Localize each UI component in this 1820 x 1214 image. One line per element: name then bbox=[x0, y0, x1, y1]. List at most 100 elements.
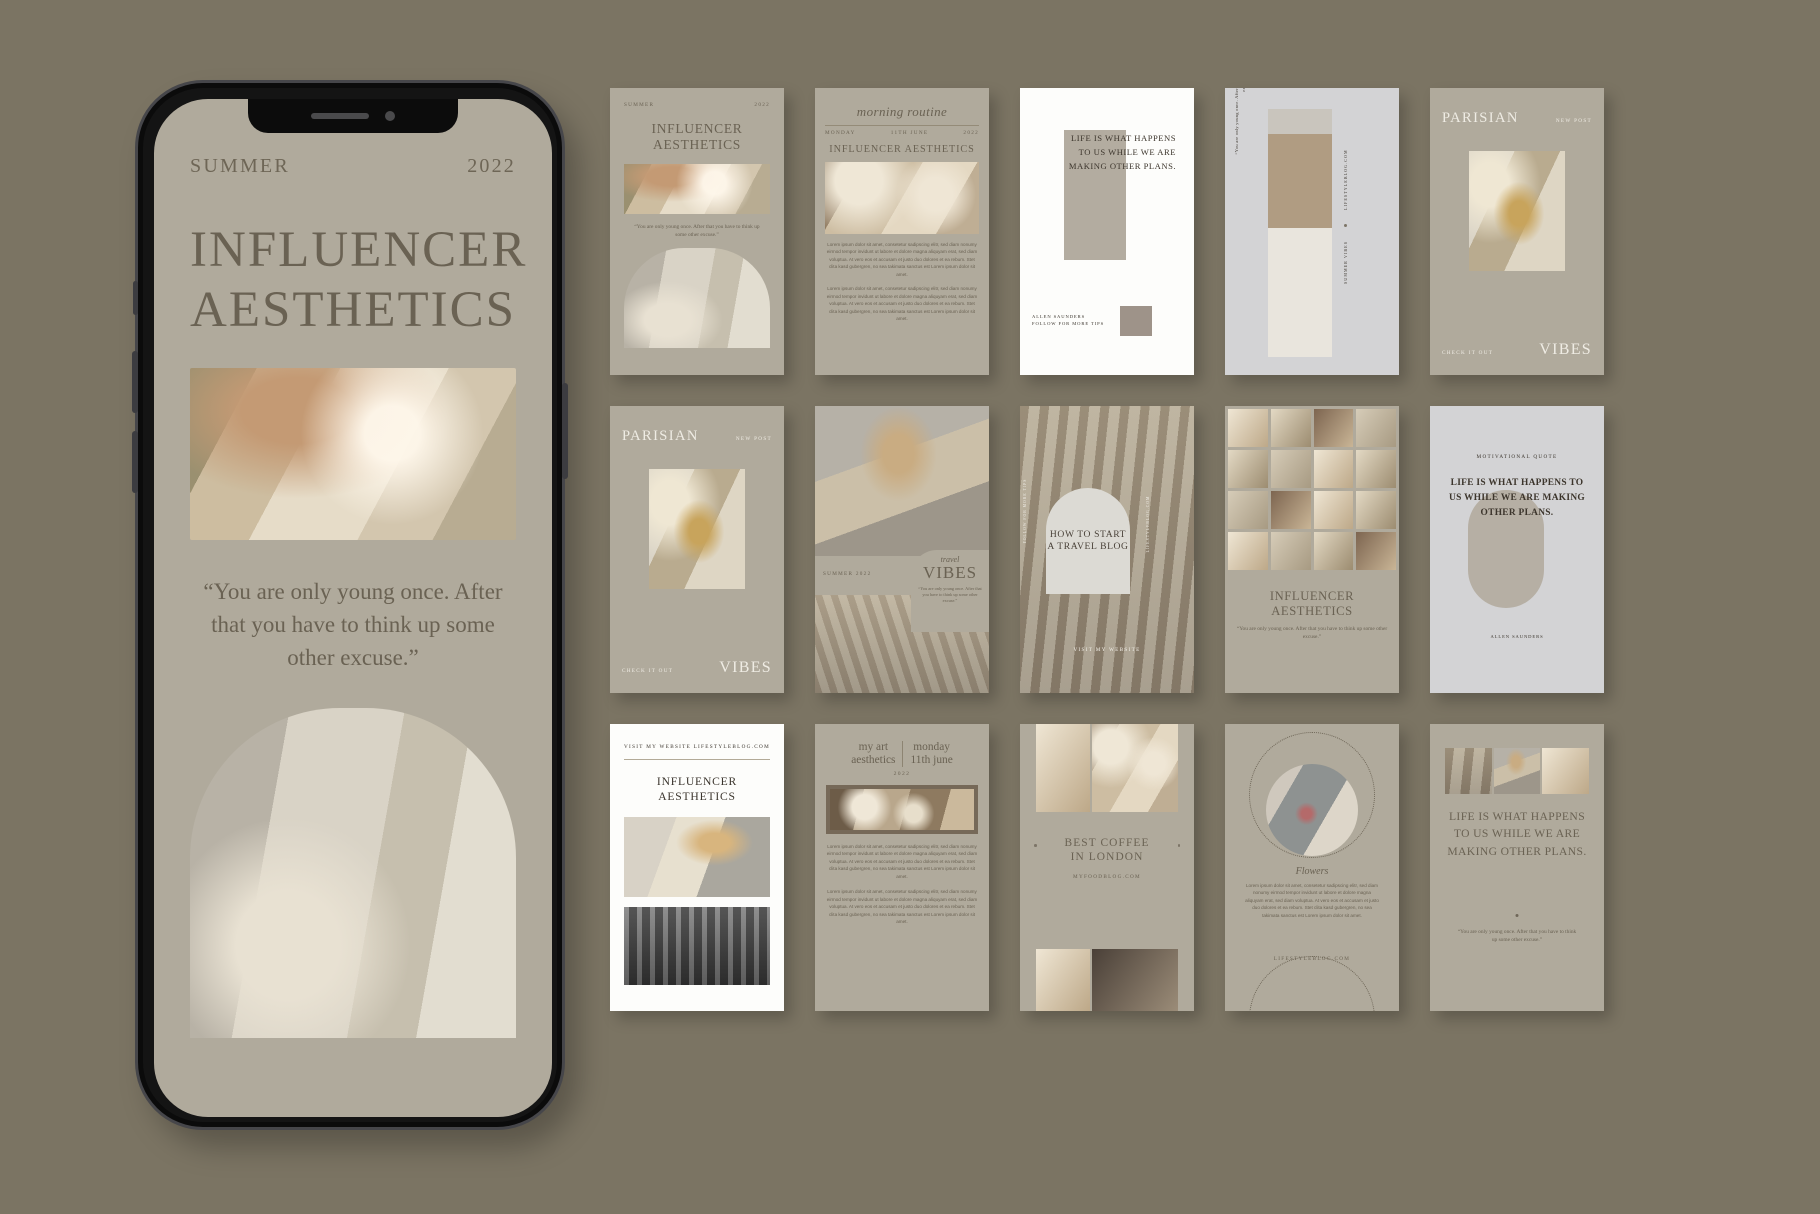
card10-eyebrow: MOTIVATIONAL QUOTE bbox=[1476, 454, 1558, 460]
phone-volume-up-button[interactable] bbox=[132, 351, 138, 413]
card6-vibes: VIBES bbox=[719, 659, 772, 676]
story-header: SUMMER 2022 bbox=[190, 155, 516, 178]
card6-photo-perfume bbox=[649, 469, 745, 589]
story-card-website-promo[interactable]: VISIT MY WEBSITE LIFESTYLEBLOG.COM INFLU… bbox=[610, 724, 784, 1011]
story-card-flowers[interactable]: Flowers Lorem ipsum dolor sit amet, cons… bbox=[1225, 724, 1399, 1011]
collage-tile bbox=[1356, 491, 1396, 529]
collage-tile bbox=[1270, 409, 1311, 447]
collage-tile bbox=[1313, 409, 1354, 447]
card15-photo-strip bbox=[1445, 748, 1590, 794]
story-card-parisian-vibes-a[interactable]: PARISIAN NEW POST CHECK IT OUT VIBES bbox=[1430, 88, 1604, 375]
card7-panel: travel VIBES “You are only young once. A… bbox=[911, 550, 989, 632]
season-label: SUMMER bbox=[190, 155, 290, 177]
card14-url[interactable]: LIFESTYLEBLOG.COM bbox=[1225, 956, 1399, 962]
card3-credit: ALLEN SAUNDERS FOLLOW FOR MORE TIPS bbox=[1032, 314, 1104, 328]
card15-photo-1 bbox=[1445, 748, 1492, 794]
card15-quote: LIFE IS WHAT HAPPENS TO US WHILE WE ARE … bbox=[1447, 810, 1587, 858]
card13-title-line2: IN LONDON bbox=[1070, 851, 1144, 864]
card2-copy: Lorem ipsum dolor sit amet, consetetur s… bbox=[825, 241, 979, 322]
card4-vertical-quote: “You are only young once. After that you… bbox=[1233, 88, 1247, 158]
phone-volume-down-button[interactable] bbox=[132, 431, 138, 493]
story-card-morning-routine[interactable]: morning routine MONDAY 11TH JUNE 2022 IN… bbox=[815, 88, 989, 375]
mockup-canvas: SUMMER 2022 INFLUENCER AESTHETICS “You a… bbox=[0, 0, 1820, 1214]
card7-summer-label: SUMMER 2022 bbox=[823, 571, 872, 577]
card1-title: INFLUENCER AESTHETICS bbox=[624, 121, 770, 154]
card11-title-line1: INFLUENCER bbox=[656, 775, 738, 788]
card7-photo-street bbox=[815, 406, 989, 566]
page-title-line2: AESTHETICS bbox=[190, 282, 516, 339]
story-card-life-quote-beige[interactable]: LIFE IS WHAT HAPPENS TO US WHILE WE ARE … bbox=[1430, 724, 1604, 1011]
card6-new-post: NEW POST bbox=[735, 436, 772, 442]
card14-dotted-ring-bottom bbox=[1249, 956, 1375, 1011]
story-card-travel-vibes[interactable]: SUMMER 2022 travel VIBES “You are only y… bbox=[815, 406, 989, 693]
story-card-life-quote-white[interactable]: LIFE IS WHAT HAPPENS TO US WHILE WE ARE … bbox=[1020, 88, 1194, 375]
card2-body: morning routine MONDAY 11TH JUNE 2022 IN… bbox=[815, 88, 989, 322]
phone-screen[interactable]: SUMMER 2022 INFLUENCER AESTHETICS “You a… bbox=[154, 99, 552, 1117]
collage-tile bbox=[1313, 450, 1354, 488]
card1-season: SUMMER bbox=[624, 102, 655, 108]
card11-title: INFLUENCER AESTHETICS bbox=[624, 775, 770, 804]
card1-header: SUMMER 2022 bbox=[624, 102, 770, 108]
phone-power-button[interactable] bbox=[562, 383, 568, 479]
card11-visit-website[interactable]: VISIT MY WEBSITE bbox=[624, 744, 691, 750]
phone-mute-switch[interactable] bbox=[133, 281, 138, 315]
card13-url[interactable]: MYFOODBLOG.COM bbox=[1020, 874, 1194, 880]
card12-body: my art aesthetics monday 11th june 2022 … bbox=[815, 724, 989, 925]
story-card-best-coffee[interactable]: BEST COFFEE IN LONDON MYFOODBLOG.COM bbox=[1020, 724, 1194, 1011]
story-card-parisian-vibes-b[interactable]: PARISIAN NEW POST CHECK IT OUT VIBES bbox=[610, 406, 784, 693]
card5-check-it-out: CHECK IT OUT bbox=[1442, 350, 1494, 356]
year-label: 2022 bbox=[467, 155, 516, 177]
speaker-grille-icon bbox=[311, 113, 369, 119]
card9-title: INFLUENCER AESTHETICS bbox=[1236, 589, 1388, 620]
card11-body: VISIT MY WEBSITE LIFESTYLEBLOG.COM INFLU… bbox=[610, 724, 784, 986]
card1-quote: “You are only young once. After that you… bbox=[634, 223, 760, 239]
card9-title-line2: AESTHETICS bbox=[1271, 604, 1353, 619]
story-card-motivational-quote[interactable]: MOTIVATIONAL QUOTE LIFE IS WHAT HAPPENS … bbox=[1430, 406, 1604, 693]
card3-credit-name: ALLEN SAUNDERS bbox=[1032, 314, 1086, 319]
collage-tile bbox=[1356, 532, 1396, 570]
story-card-collage[interactable]: INFLUENCER AESTHETICS “You are only youn… bbox=[1225, 406, 1399, 693]
arch-photo-handbag bbox=[190, 708, 516, 1039]
card8-arch-title: HOW TO START A TRAVEL BLOG bbox=[1046, 488, 1130, 594]
card9-title-line1: INFLUENCER bbox=[1269, 589, 1355, 603]
phone-body: SUMMER 2022 INFLUENCER AESTHETICS “You a… bbox=[132, 80, 568, 1130]
story-card-my-art-aesthetics[interactable]: my art aesthetics monday 11th june 2022 … bbox=[815, 724, 989, 1011]
card5-brand: PARISIAN bbox=[1442, 110, 1519, 126]
card14-title: Flowers bbox=[1295, 866, 1329, 877]
card5-new-post: NEW POST bbox=[1555, 118, 1592, 124]
card8-visit-website[interactable]: VISIT MY WEBSITE bbox=[1020, 647, 1194, 653]
card1-body: SUMMER 2022 INFLUENCER AESTHETICS “You a… bbox=[610, 88, 784, 349]
card12-right-line2: 11th june bbox=[910, 754, 953, 766]
story-card-travel-blog[interactable]: HOW TO START A TRAVEL BLOG FOLLOW FOR MO… bbox=[1020, 406, 1194, 693]
card13-bottom-photos bbox=[1020, 949, 1194, 1011]
card4-photo-beach bbox=[1268, 109, 1332, 357]
card12-photo-stamp bbox=[830, 789, 974, 830]
card15-photo-3 bbox=[1542, 748, 1590, 794]
card2-meta-row: MONDAY 11TH JUNE 2022 bbox=[825, 130, 979, 136]
page-title: INFLUENCER AESTHETICS bbox=[190, 220, 525, 340]
card2-heading: INFLUENCER AESTHETICS bbox=[829, 144, 975, 155]
story-card-beach-vertical[interactable]: “You are only young once. After that you… bbox=[1225, 88, 1399, 375]
card1-arch-photo-handbag bbox=[624, 248, 770, 349]
card2-year: 2022 bbox=[963, 130, 979, 136]
card10-quote: LIFE IS WHAT HAPPENS TO US WHILE WE ARE … bbox=[1449, 478, 1585, 519]
story-slide-main: SUMMER 2022 INFLUENCER AESTHETICS “You a… bbox=[154, 99, 552, 1117]
card2-photo-breakfast bbox=[825, 162, 979, 234]
collage-tile bbox=[1228, 409, 1268, 447]
card13-photo-cafe bbox=[1091, 949, 1178, 1011]
story-card-influencer-aesthetics[interactable]: SUMMER 2022 INFLUENCER AESTHETICS “You a… bbox=[610, 88, 784, 375]
card1-title-line1: INFLUENCER bbox=[651, 121, 743, 136]
card2-paragraph-1: Lorem ipsum dolor sit amet, consetetur s… bbox=[826, 242, 978, 277]
card5-body: PARISIAN NEW POST CHECK IT OUT VIBES bbox=[1430, 88, 1604, 375]
card13-title-block: BEST COFFEE IN LONDON MYFOODBLOG.COM bbox=[1020, 836, 1194, 880]
card2-paragraph-2: Lorem ipsum dolor sit amet, consetetur s… bbox=[826, 286, 978, 321]
card11-title-line2: AESTHETICS bbox=[658, 789, 736, 803]
collage-tile bbox=[1228, 532, 1268, 570]
card12-header: my art aesthetics monday 11th june bbox=[826, 741, 978, 767]
collage-tile bbox=[1270, 450, 1311, 488]
card5-photo-perfume bbox=[1469, 151, 1565, 271]
card11-url[interactable]: LIFESTYLEBLOG.COM bbox=[694, 744, 770, 750]
hero-photo-shoulder bbox=[190, 368, 516, 541]
card13-top-photos bbox=[1020, 724, 1194, 812]
card13-photo-coffee bbox=[1091, 724, 1178, 812]
